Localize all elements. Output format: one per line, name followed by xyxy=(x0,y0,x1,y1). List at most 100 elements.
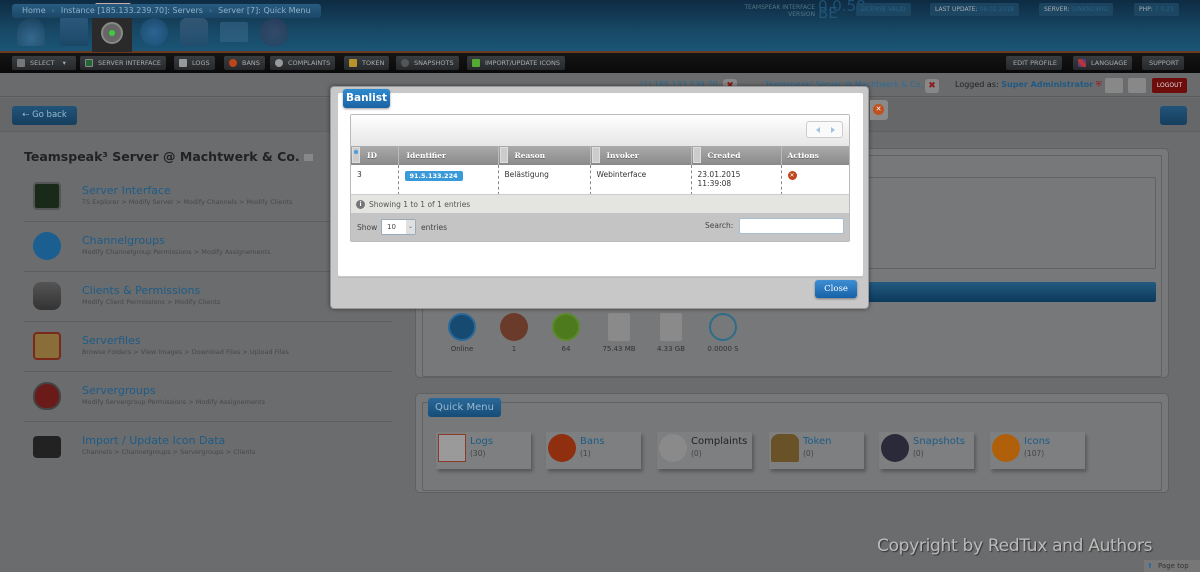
support-button[interactable]: SUPPORT xyxy=(1142,56,1184,70)
column-header-identifier[interactable]: Identifier xyxy=(398,146,499,165)
stat-upload: 75.43 MB xyxy=(589,313,649,353)
download-file-icon xyxy=(660,313,682,341)
import-icon xyxy=(472,59,480,67)
qm-title[interactable]: Logs xyxy=(470,436,493,447)
cell-invoker: Webinterface xyxy=(590,165,692,195)
qm-title[interactable]: Token xyxy=(803,436,831,447)
quick-menu-logs[interactable]: Logs (30) xyxy=(436,432,531,469)
user-name[interactable]: Super Administrator xyxy=(1001,80,1093,89)
cloud-icon[interactable] xyxy=(1128,78,1146,93)
menu-title[interactable]: Server Interface xyxy=(82,184,171,197)
copyright: Copyright by RedTux and Authors xyxy=(877,536,1153,556)
select-icon xyxy=(17,59,25,67)
qm-title[interactable]: Bans xyxy=(580,436,605,447)
bans-button[interactable]: BANS xyxy=(224,56,265,70)
menu-subtitle: Channels > Channelgroups > Servergroups … xyxy=(82,448,256,456)
qm-title[interactable]: Icons xyxy=(1024,436,1050,447)
breadcrumb-instance[interactable]: Instance [185.133.239.70]: Servers xyxy=(55,4,209,18)
menu-title[interactable]: Clients & Permissions xyxy=(82,284,200,297)
page-size-value: 10 xyxy=(387,223,396,231)
logged-as-label: Logged as: xyxy=(955,80,999,89)
modal-footer-divider xyxy=(338,277,863,278)
qm-count: (107) xyxy=(1024,449,1045,458)
next-page-icon[interactable] xyxy=(831,127,835,133)
go-back-button[interactable]: ⇠ Go back xyxy=(12,106,77,125)
breadcrumb-home[interactable]: Home xyxy=(16,4,52,18)
server-interface-label: SERVER INTERFACE xyxy=(98,59,162,67)
php-badge: PHP: 7.0.23 xyxy=(1134,3,1179,16)
column-header-created[interactable]: Created xyxy=(691,146,782,165)
mail-icon[interactable] xyxy=(1105,78,1123,93)
quick-menu-icons[interactable]: Icons (107) xyxy=(990,432,1085,469)
page-size-select[interactable]: 10 ⌄ xyxy=(381,219,416,235)
refresh-button[interactable] xyxy=(1160,106,1187,125)
ban-icon xyxy=(229,59,237,67)
snapshots-button[interactable]: SNAPSHOTS xyxy=(396,56,459,70)
upload-file-icon xyxy=(608,313,630,341)
column-header-id[interactable]: ID xyxy=(351,146,399,165)
menu-title[interactable]: Import / Update Icon Data xyxy=(82,434,225,447)
license-badge: LICENSE VALID xyxy=(856,3,911,16)
server-rack-icon[interactable] xyxy=(60,18,88,46)
snapshots-label: SNAPSHOTS xyxy=(414,59,454,67)
import-icon xyxy=(33,436,61,458)
dashboard-icon[interactable] xyxy=(17,18,45,46)
server-interface-button[interactable]: SERVER INTERFACE xyxy=(80,56,167,70)
database-clients-icon[interactable] xyxy=(180,18,208,46)
quick-menu-bans[interactable]: Bans (1) xyxy=(546,432,641,469)
folder-icon[interactable] xyxy=(220,22,248,42)
version-label: TEAMSPEAK INTERFACE xyxy=(744,4,815,11)
stat-online: Online xyxy=(432,313,492,353)
logs-button[interactable]: LOGS xyxy=(174,56,215,70)
menu-subtitle: Browse Folders > View Images > Download … xyxy=(82,348,289,356)
column-label: Actions xyxy=(787,151,819,160)
cell-actions: ✕ xyxy=(781,165,849,195)
cell-reason: Belästigung xyxy=(498,165,591,195)
complaints-button[interactable]: COMPLAINTS xyxy=(270,56,336,70)
column-label: ID xyxy=(367,151,378,160)
edit-profile-button[interactable]: EDIT PROFILE xyxy=(1006,56,1063,70)
logout-button[interactable]: LOGOUT xyxy=(1152,78,1187,93)
menu-item-servergroups[interactable]: Servergroups Modify Servergroup Permissio… xyxy=(24,372,392,422)
sort-icon xyxy=(352,147,360,163)
table-info-text: Showing 1 to 1 of 1 entries xyxy=(369,200,471,209)
quick-menu-complaints[interactable]: Complaints (0) xyxy=(657,432,752,469)
language-button[interactable]: LANGUAGE xyxy=(1073,56,1133,70)
column-header-invoker[interactable]: Invoker xyxy=(590,146,692,165)
prev-page-icon[interactable] xyxy=(816,127,820,133)
qm-count: (0) xyxy=(913,449,924,458)
servergroups-shield-icon[interactable] xyxy=(260,18,288,46)
menu-title[interactable]: Serverfiles xyxy=(82,334,141,347)
modal-close-tab[interactable]: ✕ xyxy=(870,100,888,120)
show-label: Show xyxy=(357,223,378,232)
delete-ban-icon[interactable]: ✕ xyxy=(787,171,797,180)
column-header-reason[interactable]: Reason xyxy=(498,146,591,165)
server-title-text: Teamspeak³ Server @ Machtwerk & Co. xyxy=(24,149,300,164)
column-header-actions: Actions xyxy=(781,146,849,165)
page-top-button[interactable]: ⬆ Page top xyxy=(1144,560,1200,572)
qm-title[interactable]: Snapshots xyxy=(913,436,965,447)
search-input[interactable] xyxy=(739,218,844,234)
menu-item-import-icons[interactable]: Import / Update Icon Data Channels > Chan… xyxy=(24,422,392,472)
import-update-icons-button[interactable]: IMPORT/UPDATE ICONS xyxy=(467,56,565,70)
quick-menu-snapshots[interactable]: Snapshots (0) xyxy=(879,432,974,469)
select-button[interactable]: SELECT ▾ xyxy=(12,56,76,70)
menu-title[interactable]: Channelgroups xyxy=(82,234,165,247)
breadcrumb-server[interactable]: Server [7]: Quick Menu xyxy=(212,4,316,18)
qm-title[interactable]: Complaints xyxy=(691,436,747,447)
token-button[interactable]: TOKEN xyxy=(344,56,390,70)
server-power-icon[interactable] xyxy=(92,16,132,52)
quick-menu-label: Quick Menu xyxy=(428,398,501,417)
server-label: SERVER: xyxy=(1044,6,1070,13)
close-icon[interactable]: ✕ xyxy=(873,104,884,115)
bans-label: BANS xyxy=(242,59,260,67)
arrow-left-icon: ⇠ xyxy=(22,110,33,120)
close-button[interactable]: Close xyxy=(815,280,857,298)
php-label: PHP: xyxy=(1139,6,1153,13)
menu-item-serverfiles[interactable]: Serverfiles Browse Folders > View Images … xyxy=(24,322,392,372)
channelgroups-icon[interactable] xyxy=(140,18,168,46)
menu-title[interactable]: Servergroups xyxy=(82,384,156,397)
stat-value: 64 xyxy=(561,345,571,353)
close-server-icon[interactable]: ✖ xyxy=(925,79,939,93)
quick-menu-token[interactable]: Token (0) xyxy=(769,432,864,469)
